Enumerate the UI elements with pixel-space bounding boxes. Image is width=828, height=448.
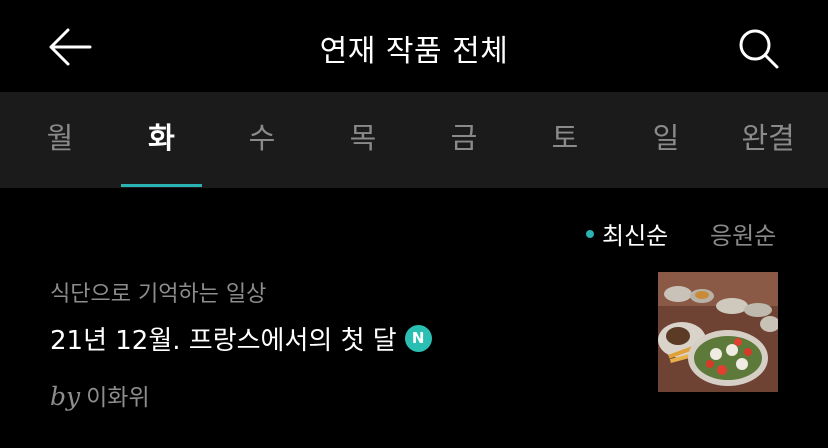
tab-fri[interactable]: 금 xyxy=(424,92,504,188)
article-title-line: 21년 12월. 프랑스에서의 첫 달 N xyxy=(50,320,432,357)
weekday-tab-bar: 월 화 수 목 금 토 일 완결 xyxy=(0,92,828,188)
series-title: 식단으로 기억하는 일상 xyxy=(50,282,267,307)
article-title: 21년 12월. 프랑스에서의 첫 달 xyxy=(50,326,397,356)
sort-cheer-option[interactable]: 응원순 xyxy=(710,216,776,251)
sort-latest-option[interactable]: 최신순 xyxy=(586,216,668,251)
new-badge: N xyxy=(404,325,432,352)
author-line: by 이화위 xyxy=(50,378,150,412)
search-icon xyxy=(739,29,779,69)
tab-tue[interactable]: 화 xyxy=(121,92,202,188)
app-header: 연재 작품 전체 xyxy=(0,0,828,92)
author-name: 이화위 xyxy=(86,385,150,411)
article-thumbnail xyxy=(658,272,778,392)
search-button[interactable] xyxy=(736,26,780,70)
tab-completed[interactable]: 완결 xyxy=(722,92,814,188)
tab-sat[interactable]: 토 xyxy=(525,92,605,188)
active-tab-indicator xyxy=(121,184,202,187)
by-label: by xyxy=(50,382,81,411)
tab-wed[interactable]: 수 xyxy=(222,92,302,188)
tab-thu[interactable]: 목 xyxy=(323,92,403,188)
sort-latest-label: 최신순 xyxy=(602,222,669,250)
selected-dot-icon xyxy=(586,230,594,238)
tab-mon[interactable]: 월 xyxy=(20,92,100,188)
page-title: 연재 작품 전체 xyxy=(319,34,509,69)
tab-sun[interactable]: 일 xyxy=(626,92,706,188)
list-item[interactable]: 식단으로 기억하는 일상 21년 12월. 프랑스에서의 첫 달 N by 이화위 xyxy=(0,262,828,422)
sort-bar: 최신순 응원순 xyxy=(0,212,828,258)
